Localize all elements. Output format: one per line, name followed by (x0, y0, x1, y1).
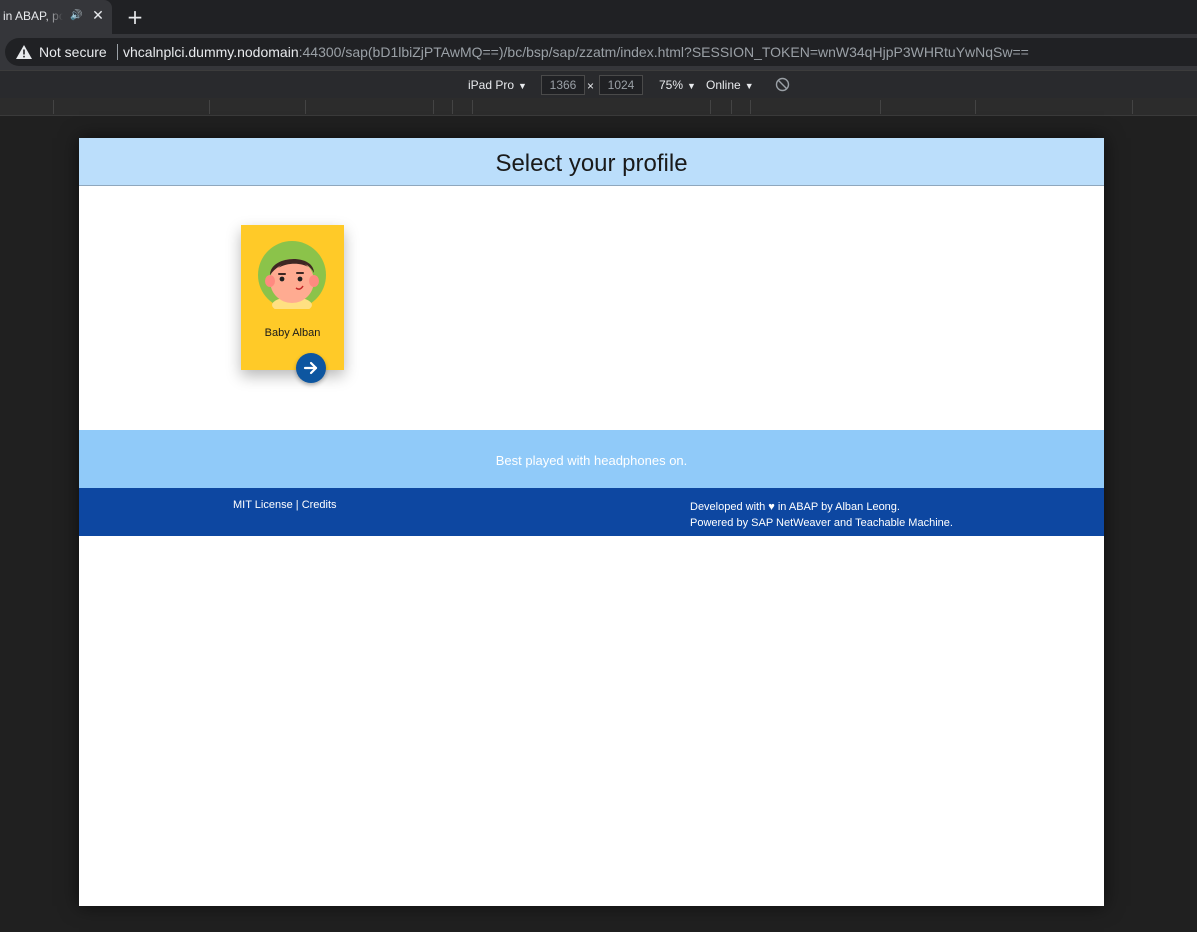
ruler-tick (710, 100, 711, 114)
page-title: Select your profile (495, 150, 688, 177)
browser-toolbar: Not secure vhcalnplci.dummy.nodomain:443… (0, 34, 1197, 70)
ruler-tick (472, 100, 473, 114)
close-icon[interactable]: ✕ (90, 8, 106, 24)
tab-title: in ABAP, po (3, 9, 63, 25)
emulated-page: Select your profile Baby Alban Best play… (79, 138, 1104, 906)
device-name: iPad Pro (468, 78, 515, 92)
security-label[interactable]: Not secure (39, 44, 107, 60)
profile-name: Baby Alban (264, 327, 321, 339)
baby-avatar-icon (258, 241, 326, 309)
plus-icon[interactable]: + (124, 6, 146, 28)
url-host: vhcalnplci.dummy.nodomain (123, 44, 299, 60)
ruler-tick (750, 100, 751, 114)
headphones-banner: Best played with headphones on. (79, 430, 1104, 488)
omnibox-divider (117, 44, 118, 60)
width-input[interactable]: 1366 (541, 75, 585, 95)
ruler-tick (433, 100, 434, 114)
select-profile-button[interactable] (296, 353, 326, 383)
powered-by-text: Powered by SAP NetWeaver and Teachable M… (690, 517, 953, 529)
developed-by-text: Developed with ♥ in ABAP by Alban Leong. (690, 501, 900, 513)
ruler-tick (731, 100, 732, 114)
ruler-tick (975, 100, 976, 114)
tab-strip: in ABAP, po 🔊 ✕ + (0, 0, 1197, 34)
chevron-down-icon: ▼ (744, 81, 754, 91)
footer-links: MIT License | Credits (233, 499, 337, 511)
page-footer: MIT License | Credits Developed with ♥ i… (79, 488, 1104, 536)
url-path: :44300/sap(bD1lbiZjPTAwMQ==)/bc/bsp/sap/… (298, 44, 1029, 60)
ruler-tick (209, 100, 210, 114)
dimension-separator: × (587, 79, 595, 93)
address-bar[interactable]: Not secure vhcalnplci.dummy.nodomain:443… (5, 38, 1197, 66)
url-text[interactable]: vhcalnplci.dummy.nodomain:44300/sap(bD1l… (123, 44, 1029, 60)
ruler-tick (53, 100, 54, 114)
warning-icon[interactable] (16, 45, 32, 59)
height-input[interactable]: 1024 (599, 75, 643, 95)
arrow-right-icon (303, 361, 318, 375)
network-select[interactable]: Online ▼ (706, 78, 754, 92)
media-query-ruler (0, 98, 1197, 116)
rotate-icon[interactable] (775, 77, 790, 92)
network-value: Online (706, 78, 741, 92)
credits-link[interactable]: Credits (302, 499, 337, 511)
ruler-tick (305, 100, 306, 114)
page-header: Select your profile (79, 138, 1104, 186)
zoom-value: 75% (659, 78, 684, 92)
ruler-tick (1132, 100, 1133, 114)
zoom-select[interactable]: 75% ▼ (659, 78, 696, 92)
ruler-tick (880, 100, 881, 114)
chevron-down-icon: ▼ (687, 81, 696, 91)
mit-license-link[interactable]: MIT License (233, 499, 293, 511)
footer-divider: | (295, 499, 299, 511)
browser-tab[interactable]: in ABAP, po 🔊 ✕ (0, 0, 112, 34)
chevron-down-icon: ▼ (518, 81, 527, 91)
footer-attribution: Developed with ♥ in ABAP by Alban Leong.… (690, 499, 953, 531)
device-toolbar: iPad Pro ▼ 1366 × 1024 75% ▼ Online ▼ (0, 70, 1197, 98)
banner-text: Best played with headphones on. (495, 453, 688, 468)
device-select[interactable]: iPad Pro ▼ (468, 78, 527, 92)
ruler-tick (452, 100, 453, 114)
speaker-icon[interactable]: 🔊 (70, 9, 82, 23)
profile-card[interactable]: Baby Alban (241, 225, 344, 370)
